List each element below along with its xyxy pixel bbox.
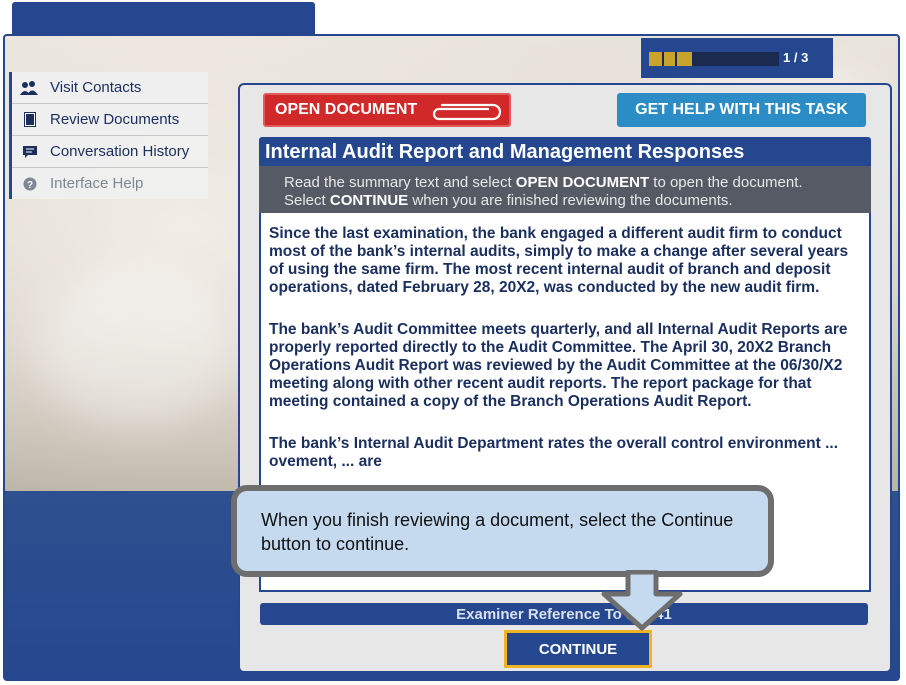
sidebar-item-label: Interface Help [50,175,144,192]
sidebar-item-label: Review Documents [50,111,180,128]
progress-count: 1 / 3 [783,50,809,65]
open-document-label: OPEN DOCUMENT [275,101,418,118]
callout-text: When you finish reviewing a document, se… [261,510,734,554]
progress-track [649,52,779,66]
summary-paragraph: The bank’s Internal Audit Department rat… [269,435,839,470]
task-progress: 1 / 3 [641,38,833,78]
get-help-button[interactable]: GET HELP WITH THIS TASK [617,93,866,127]
sidebar-item-conversation-history[interactable]: Conversation History [12,136,208,168]
sidebar-item-review-documents[interactable]: Review Documents [12,104,208,136]
paperclip-icon [431,101,505,128]
summary-paragraph: The bank’s Audit Committee meets quarter… [269,321,848,410]
sidebar-item-label: Conversation History [50,143,190,160]
sidebar-item-label: Visit Contacts [50,79,142,96]
help-icon: ? [20,176,40,192]
examiner-reference-bar[interactable]: Examiner Reference To ask 41 [260,603,868,625]
sidebar-item-visit-contacts[interactable]: Visit Contacts [12,72,208,104]
progress-fill [649,52,693,66]
open-document-button[interactable]: OPEN DOCUMENT [263,93,511,127]
help-callout: When you finish reviewing a document, se… [231,485,774,577]
document-icon [20,112,40,128]
document-title: Internal Audit Report and Management Res… [259,137,871,166]
header-tab [12,2,315,36]
instruction-text: Read the summary text and select OPEN DO… [259,166,871,213]
down-arrow-icon [601,570,683,631]
chat-icon [20,144,40,160]
sidebar-menu: Visit Contacts Review Documents Conversa… [9,72,208,199]
sidebar-item-interface-help[interactable]: ? Interface Help [12,168,208,199]
svg-text:?: ? [27,180,33,191]
people-icon [20,80,40,96]
continue-button[interactable]: CONTINUE [504,630,652,668]
summary-paragraph: Since the last examination, the bank eng… [269,225,849,296]
